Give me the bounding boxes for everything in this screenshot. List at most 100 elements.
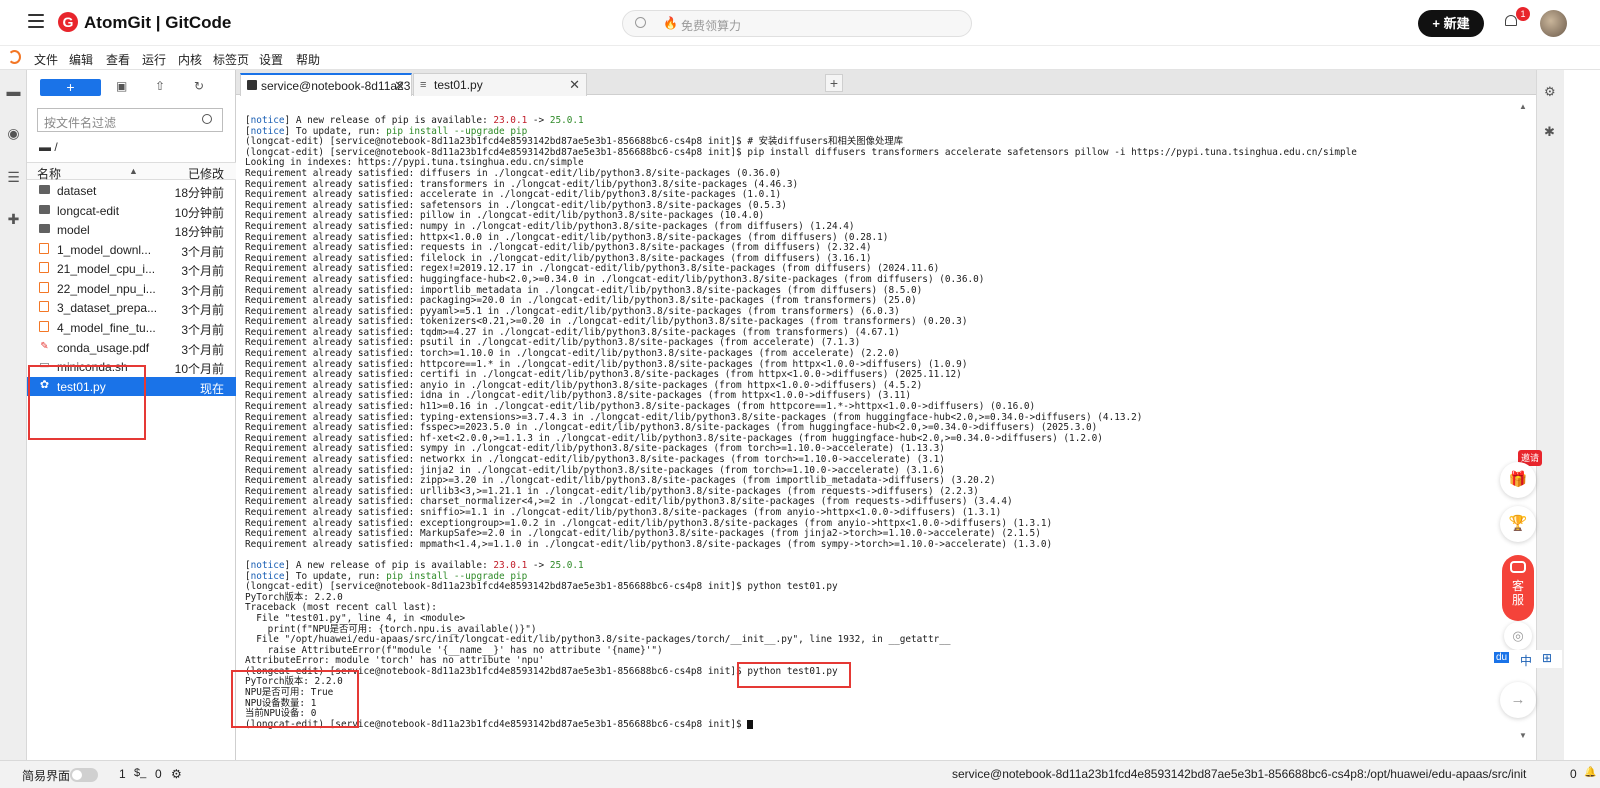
menu-file[interactable]: 文件	[34, 51, 58, 68]
refresh-icon[interactable]: ↻	[194, 79, 204, 93]
notification-bell-icon[interactable]: 1	[1504, 7, 1530, 30]
simple-mode-toggle[interactable]	[70, 768, 98, 782]
sort-arrow-icon[interactable]: ▲	[129, 166, 138, 176]
terminal-line: Requirement already satisfied: huggingfa…	[245, 273, 985, 285]
file-name: longcat-edit	[57, 204, 120, 218]
scroll-down-icon[interactable]: ▼	[1519, 731, 1527, 740]
menu-tabs[interactable]: 标签页	[213, 51, 249, 68]
file-modified: 3个月前	[181, 284, 224, 298]
menu-settings[interactable]: 设置	[259, 51, 283, 68]
file-name: 4_model_fine_tu...	[57, 321, 156, 335]
terminal-icon	[247, 80, 257, 90]
toc-icon[interactable]: ☰	[6, 170, 21, 184]
running-icon[interactable]: ◉	[6, 126, 21, 140]
file-modified: 10分钟前	[174, 206, 224, 220]
menu-run[interactable]: 运行	[142, 51, 166, 68]
kefu-label-2: 服	[1511, 593, 1524, 607]
close-icon[interactable]: ✕	[569, 77, 580, 93]
tab-test01-py[interactable]: ≡ test01.py ✕	[413, 73, 587, 96]
folder-icon: ▬	[39, 140, 55, 154]
atomgit-logo-icon[interactable]: G	[58, 12, 78, 32]
close-icon[interactable]: ✕	[394, 78, 405, 94]
new-button[interactable]: + 新建	[1418, 10, 1484, 37]
terminal-line: NPU设备数量: 1	[245, 697, 317, 709]
file-filter-input[interactable]: 按文件名过滤	[37, 108, 223, 132]
menu-edit[interactable]: 编辑	[69, 51, 93, 68]
menu-view[interactable]: 查看	[106, 51, 130, 68]
tab-terminal[interactable]: service@notebook-8d11a23 ✕	[240, 73, 412, 96]
grid-icon[interactable]: ⊞	[1542, 651, 1552, 665]
terminal-cursor	[747, 719, 754, 729]
jupyter-logo-icon	[8, 50, 21, 64]
column-modified[interactable]: 已修改	[188, 165, 224, 182]
file-row[interactable]: 22_model_npu_i... 3个月前	[27, 279, 236, 298]
du-icon[interactable]: du	[1494, 652, 1510, 663]
terminal-count-icon[interactable]: $_	[134, 767, 146, 779]
file-row[interactable]: model 18分钟前	[27, 220, 236, 239]
extension-icon[interactable]: ✚	[6, 212, 21, 226]
language-toolbar: du 中 ⊞	[1490, 650, 1562, 668]
search-icon	[202, 114, 212, 124]
menu-help[interactable]: 帮助	[296, 51, 320, 68]
trophy-icon[interactable]: 🏆	[1500, 506, 1536, 542]
breadcrumb-root[interactable]: /	[54, 140, 57, 154]
terminal-line: Requirement already satisfied: diffusers…	[245, 167, 782, 179]
settings-gear-icon[interactable]: ⚙	[171, 767, 182, 781]
arrow-right-icon[interactable]: →	[1500, 682, 1536, 718]
status-bar: 简易界面 1 $_ 0 ⚙ service@notebook-8d11a23b1…	[0, 760, 1600, 788]
new-tab-button[interactable]: +	[825, 74, 843, 92]
file-modified: 3个月前	[181, 264, 224, 278]
file-row[interactable]: 21_model_cpu_i... 3个月前	[27, 259, 236, 278]
menu-kernel[interactable]: 内核	[178, 51, 202, 68]
terminal-line: NPU是否可用: True	[245, 687, 334, 699]
notebook-icon	[39, 282, 50, 293]
file-name: 1_model_downl...	[57, 243, 152, 257]
file-modified: 3个月前	[181, 303, 224, 317]
notebook-icon	[39, 301, 50, 312]
lang-zh[interactable]: 中	[1520, 652, 1532, 669]
tab-label: test01.py	[434, 78, 483, 92]
bell-icon[interactable]: 🔔	[1584, 767, 1596, 778]
scroll-up-icon[interactable]: ▲	[1519, 102, 1527, 111]
customer-service-button[interactable]: 客 服	[1502, 555, 1534, 621]
gift-icon[interactable]: 🎁	[1500, 462, 1536, 498]
file-modified: 现在	[199, 382, 224, 396]
folder-icon[interactable]: ▬	[6, 84, 21, 98]
file-row[interactable]: 1_model_downl... 3个月前	[27, 240, 236, 259]
help-icon[interactable]: ◎	[1504, 622, 1532, 650]
simple-mode-label: 简易界面	[22, 769, 71, 783]
file-name: dataset	[57, 184, 97, 198]
kernel-count[interactable]: 1	[119, 767, 126, 781]
fire-icon: 🔥	[663, 16, 678, 30]
site-logo-text[interactable]: AtomGit | GitCode	[84, 13, 231, 33]
property-inspector-icon[interactable]: ⚙	[1544, 84, 1556, 100]
file-modified: 10个月前	[174, 362, 224, 376]
file-row[interactable]: longcat-edit 10分钟前	[27, 201, 236, 220]
column-name[interactable]: 名称	[37, 165, 61, 182]
terminal-line: (longcat-edit) [service@notebook-8d11a23…	[245, 719, 1357, 731]
hamburger-menu-icon[interactable]	[28, 14, 44, 28]
debugger-icon[interactable]: ✱	[1544, 124, 1555, 140]
file-name: 3_dataset_prepa...	[57, 301, 157, 315]
file-name: 21_model_cpu_i...	[57, 262, 156, 276]
search-icon	[635, 17, 646, 28]
terminal-line: Requirement already satisfied: networkx …	[245, 454, 945, 465]
notebook-icon	[39, 262, 50, 273]
highlight-box-npu-output	[231, 670, 359, 728]
file-row[interactable]: dataset 18分钟前	[27, 181, 236, 200]
new-launcher-button[interactable]: +	[40, 79, 101, 96]
terminal-panel[interactable]: [notice] A new release of pip is availab…	[236, 96, 1536, 746]
new-folder-icon[interactable]: ▣	[116, 79, 127, 93]
file-row[interactable]: 3_dataset_prepa... 3个月前	[27, 298, 236, 317]
file-row[interactable]: ✎ conda_usage.pdf 3个月前	[27, 338, 236, 357]
breadcrumb[interactable]: ▬ /	[39, 140, 58, 154]
file-list-header: 名称 ▲ 已修改	[27, 162, 236, 182]
file-row[interactable]: 4_model_fine_tu... 3个月前	[27, 318, 236, 337]
folder-icon	[39, 204, 50, 215]
terminal-line: Requirement already satisfied: mpmath<1.…	[245, 538, 1053, 550]
global-search[interactable]: 🔥 免费领算力	[622, 10, 972, 37]
upload-icon[interactable]: ⇧	[155, 79, 165, 93]
terminal-line: File "test01.py", line 4, in <module>	[245, 612, 466, 624]
user-avatar[interactable]	[1540, 10, 1567, 37]
terminal-count[interactable]: 0	[155, 767, 162, 781]
